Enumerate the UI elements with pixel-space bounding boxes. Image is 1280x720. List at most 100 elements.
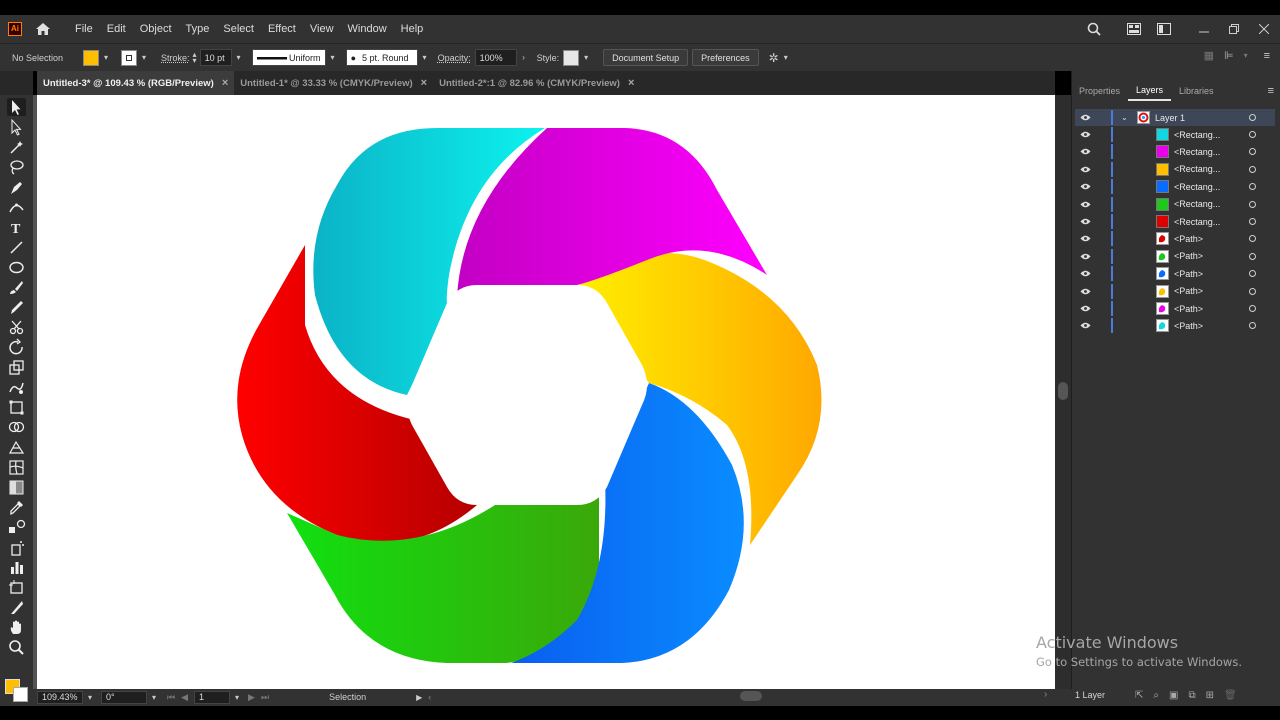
chevron-right-icon[interactable]: › — [519, 53, 529, 63]
magic-wand-tool-icon[interactable] — [7, 138, 26, 156]
chevron-down-icon[interactable]: ▾ — [328, 53, 338, 63]
close-icon[interactable]: × — [222, 77, 228, 89]
visibility-eye-icon[interactable] — [1079, 130, 1091, 140]
layer-item-rectangle[interactable]: <Rectang... — [1075, 196, 1275, 213]
horizontal-scrollbar-thumb[interactable] — [740, 691, 762, 701]
blend-tool-icon[interactable] — [7, 518, 26, 536]
align-objects-icon[interactable]: ⊫ — [1224, 49, 1234, 62]
tab-libraries[interactable]: Libraries — [1171, 81, 1222, 101]
chevron-down-icon[interactable]: ▾ — [781, 53, 791, 63]
visibility-eye-icon[interactable] — [1079, 147, 1091, 157]
item-target-icon[interactable] — [1249, 287, 1256, 295]
vertical-scrollbar-thumb[interactable] — [1058, 382, 1068, 400]
shape-builder-tool-icon[interactable] — [7, 418, 26, 436]
eyedropper-tool-icon[interactable] — [7, 498, 26, 516]
chevron-down-icon[interactable]: ▾ — [581, 53, 591, 63]
perspective-grid-tool-icon[interactable] — [7, 438, 26, 456]
rotation-input[interactable]: 0° — [101, 690, 147, 704]
recolor-icon[interactable]: ✲ — [769, 51, 779, 65]
item-target-icon[interactable] — [1249, 218, 1256, 225]
chevron-down-icon[interactable]: ▾ — [149, 692, 159, 702]
new-layer-icon[interactable]: ⊞ — [1206, 690, 1214, 701]
stroke-color-swatch[interactable] — [13, 687, 28, 702]
artboard-number-input[interactable]: 1 — [194, 690, 231, 704]
opacity-label[interactable]: Opacity: — [438, 53, 471, 63]
visibility-eye-icon[interactable] — [1079, 113, 1091, 123]
export-icon[interactable]: ⇱ — [1135, 690, 1143, 701]
scroll-left-icon[interactable]: ‹ — [428, 692, 431, 702]
item-target-icon[interactable] — [1249, 235, 1256, 243]
layer-item-path[interactable]: <Path> — [1075, 248, 1275, 265]
layer-item-rectangle[interactable]: <Rectang... — [1075, 213, 1275, 230]
visibility-eye-icon[interactable] — [1079, 234, 1091, 244]
item-target-icon[interactable] — [1249, 183, 1256, 191]
status-menu-arrow-icon[interactable]: ▶ — [416, 693, 422, 702]
next-artboard-icon[interactable]: ▶ — [248, 692, 255, 703]
chevron-down-icon[interactable]: ▾ — [234, 53, 244, 63]
free-transform-tool-icon[interactable] — [7, 398, 26, 416]
tab-untitled-1[interactable]: Untitled-1* @ 33.33 % (CMYK/Preview) × — [234, 71, 433, 95]
brush-definition[interactable]: ● 5 pt. Round — [345, 49, 418, 66]
visibility-eye-icon[interactable] — [1079, 217, 1091, 227]
layer-target-icon[interactable] — [1249, 114, 1256, 121]
menu-window[interactable]: Window — [341, 23, 394, 35]
layer-item-rectangle[interactable]: <Rectang... — [1075, 178, 1275, 195]
line-tool-icon[interactable] — [7, 238, 26, 256]
stroke-label[interactable]: Stroke: — [161, 53, 190, 63]
tab-properties[interactable]: Properties — [1071, 81, 1128, 101]
menu-select[interactable]: Select — [216, 23, 261, 35]
menu-file[interactable]: File — [68, 23, 100, 35]
new-sublayer-icon[interactable]: ⧉ — [1188, 690, 1195, 701]
type-tool-icon[interactable]: T — [7, 218, 26, 236]
menu-help[interactable]: Help — [394, 23, 431, 35]
menu-object[interactable]: Object — [133, 23, 179, 35]
layer-row-layer-1[interactable]: ⌄ Layer 1 — [1075, 109, 1275, 126]
item-target-icon[interactable] — [1249, 200, 1256, 208]
align-grid-icon[interactable]: ▦ — [1204, 49, 1214, 62]
visibility-eye-icon[interactable] — [1079, 286, 1091, 296]
layer-item-rectangle[interactable]: <Rectang... — [1075, 126, 1275, 143]
item-target-icon[interactable] — [1249, 305, 1256, 312]
item-target-icon[interactable] — [1249, 270, 1256, 278]
pen-tool-icon[interactable] — [7, 178, 26, 196]
stroke-swatch[interactable] — [121, 49, 138, 66]
home-icon[interactable] — [34, 20, 52, 38]
item-target-icon[interactable] — [1249, 252, 1256, 260]
menu-type[interactable]: Type — [179, 23, 217, 35]
last-artboard-icon[interactable]: ⏭ — [261, 692, 269, 703]
search-icon[interactable] — [1086, 21, 1102, 37]
chevron-down-icon[interactable]: ▾ — [1244, 51, 1248, 60]
close-icon[interactable] — [1256, 21, 1272, 37]
column-graph-tool-icon[interactable] — [7, 558, 26, 576]
item-target-icon[interactable] — [1249, 322, 1256, 330]
previous-artboard-icon[interactable]: ◀ — [181, 692, 188, 703]
chevron-down-icon[interactable]: ▾ — [85, 692, 95, 702]
tab-untitled-3[interactable]: Untitled-3* @ 109.43 % (RGB/Preview) × — [37, 71, 235, 95]
layer-item-path[interactable]: <Path> — [1075, 283, 1275, 300]
lasso-tool-icon[interactable] — [7, 158, 26, 176]
expand-arrow-icon[interactable]: ⌄ — [1121, 113, 1128, 122]
tab-untitled-2[interactable]: Untitled-2*:1 @ 82.96 % (CMYK/Preview) × — [433, 71, 640, 95]
warp-tool-icon[interactable] — [7, 378, 26, 396]
layer-item-path[interactable]: <Path> — [1075, 265, 1275, 282]
layer-item-path[interactable]: <Path> — [1075, 230, 1275, 247]
fill-control[interactable]: ▾ — [83, 49, 111, 66]
artboard[interactable] — [37, 95, 1055, 689]
variable-width-profile[interactable]: Uniform — [251, 49, 326, 66]
visibility-eye-icon[interactable] — [1079, 251, 1091, 261]
gradient-tool-icon[interactable] — [7, 478, 26, 496]
fill-stroke-widget[interactable] — [4, 678, 30, 702]
selection-tool-icon[interactable] — [7, 98, 26, 116]
scale-tool-icon[interactable] — [7, 358, 26, 376]
close-icon[interactable]: × — [628, 77, 634, 89]
layer-item-path[interactable]: <Path> — [1075, 300, 1275, 317]
restore-icon[interactable] — [1226, 21, 1242, 37]
tab-layers[interactable]: Layers — [1128, 81, 1172, 101]
layer-item-rectangle[interactable]: <Rectang... — [1075, 143, 1275, 160]
stroke-stepper-icon[interactable]: ▴ ▾ — [193, 50, 197, 64]
panel-menu-icon[interactable]: ≡ — [1268, 85, 1274, 97]
visibility-eye-icon[interactable] — [1079, 164, 1091, 174]
menu-effect[interactable]: Effect — [261, 23, 303, 35]
close-icon[interactable]: × — [421, 77, 427, 89]
clipping-mask-icon[interactable]: ▣ — [1169, 690, 1178, 701]
